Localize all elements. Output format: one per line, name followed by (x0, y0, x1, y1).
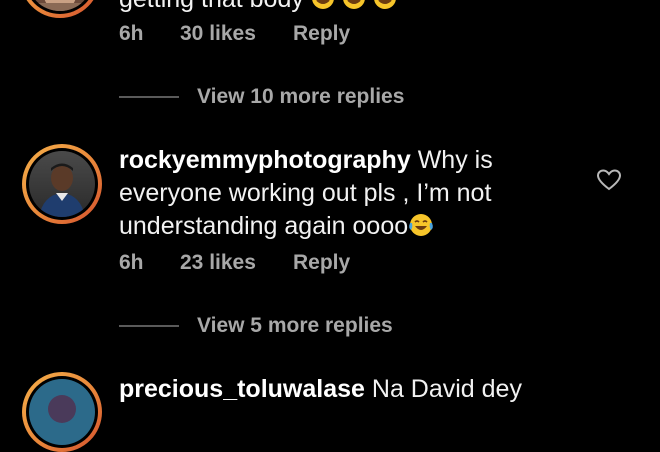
avatar-ring[interactable] (22, 372, 102, 452)
heart-outline-icon[interactable] (596, 168, 622, 192)
avatar (27, 0, 93, 11)
likes-count[interactable]: 23 likes (180, 251, 293, 275)
comment-body-line1: Why is (410, 146, 493, 174)
comment-time: 6h (119, 22, 144, 45)
grinning-emoji-icon (342, 0, 366, 19)
comment-body-line3: understanding again oooo (119, 212, 409, 240)
divider-line (119, 96, 179, 98)
reply-button[interactable]: Reply (293, 251, 350, 275)
view-more-replies[interactable]: View 5 more replies (119, 311, 393, 341)
comment-time: 6h (119, 251, 144, 274)
grinning-emoji-icon (373, 0, 397, 19)
reply-button[interactable]: Reply (293, 22, 350, 46)
comment-meta: 6h 23 likes Reply (119, 248, 350, 278)
avatar-ring[interactable] (22, 144, 102, 224)
view-more-replies-label[interactable]: View 10 more replies (197, 85, 404, 109)
comment-text: getting that body (119, 0, 589, 19)
comment-meta: 6h 30 likes Reply (119, 19, 350, 49)
comment-username[interactable]: rockyemmyphotography (119, 146, 411, 174)
avatar (29, 379, 95, 445)
view-more-replies-label[interactable]: View 5 more replies (197, 314, 393, 338)
tears-of-joy-emoji-icon (408, 213, 434, 246)
view-more-replies[interactable]: View 10 more replies (119, 82, 404, 112)
comment-body: getting that body (119, 0, 304, 13)
comment-username[interactable]: precious_toluwalase (119, 375, 365, 403)
likes-count[interactable]: 30 likes (180, 22, 293, 46)
comment-text: precious_toluwalase Na David dey (119, 373, 589, 406)
comment-body: Na David dey (364, 375, 522, 403)
comment-text: rockyemmyphotography Why is everyone wor… (119, 144, 589, 246)
comment-body-line2: everyone working out pls , I’m not (119, 179, 492, 207)
divider-line (119, 325, 179, 327)
avatar-ring[interactable] (20, 0, 100, 18)
grinning-emoji-icon (311, 0, 335, 19)
avatar (29, 151, 95, 217)
